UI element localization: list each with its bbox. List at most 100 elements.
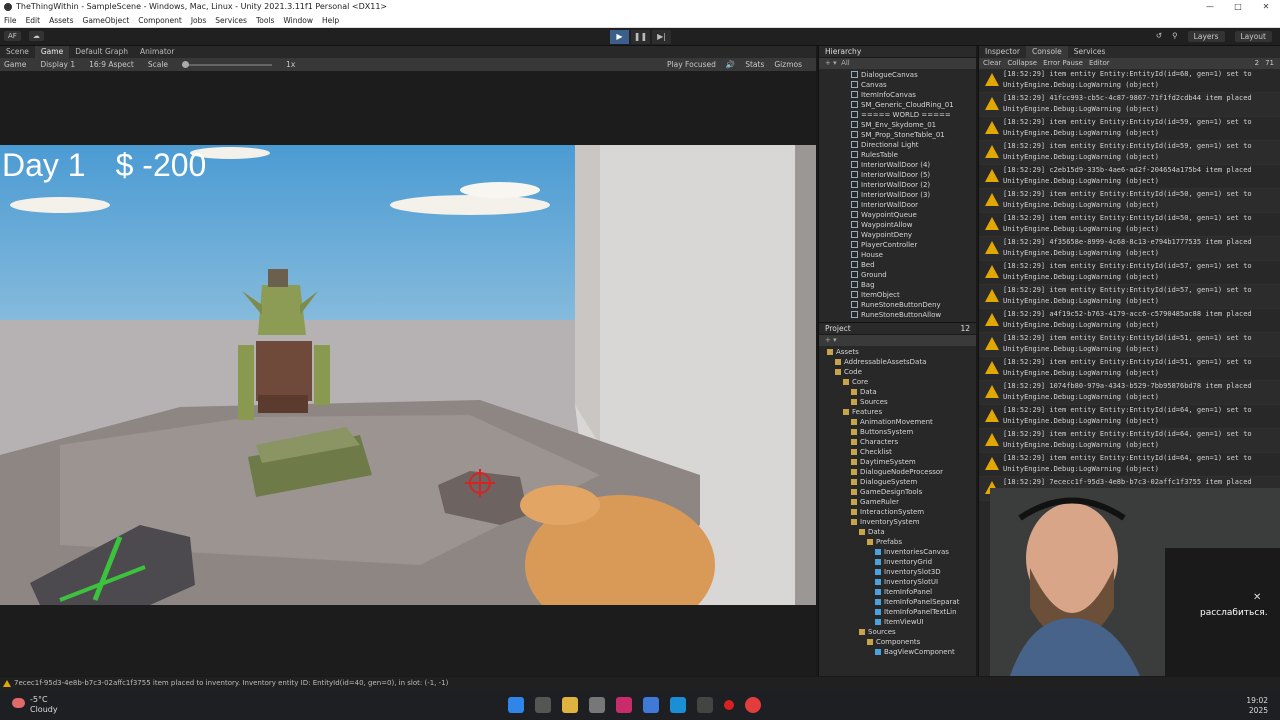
- console-log-entry[interactable]: [18:52:29] item entity Entity:EntityId(i…: [979, 189, 1280, 213]
- tab-animator[interactable]: Animator: [134, 46, 180, 58]
- start-icon[interactable]: [508, 697, 524, 713]
- console-log-entry[interactable]: [18:52:29] item entity Entity:EntityId(i…: [979, 357, 1280, 381]
- hierarchy-item[interactable]: Directional Light: [819, 140, 976, 150]
- play-button[interactable]: ▶: [610, 30, 629, 44]
- menu-services[interactable]: Services: [215, 14, 247, 27]
- maximize-icon[interactable]: □: [1224, 0, 1252, 14]
- hierarchy-item[interactable]: ===== WORLD =====: [819, 110, 976, 120]
- console-log-entry[interactable]: [18:52:29] item entity Entity:EntityId(i…: [979, 69, 1280, 93]
- weather-widget[interactable]: -5°C Cloudy: [30, 695, 58, 715]
- hierarchy-item[interactable]: WaypointAllow: [819, 220, 976, 230]
- file-explorer-icon[interactable]: [562, 697, 578, 713]
- project-item[interactable]: ItemViewUI: [819, 617, 976, 627]
- project-item[interactable]: AnimationMovement: [819, 417, 976, 427]
- record-icon[interactable]: [724, 700, 734, 710]
- hierarchy-item[interactable]: SM_Env_Skydome_01: [819, 120, 976, 130]
- layers-dropdown[interactable]: Layers: [1187, 31, 1225, 42]
- console-log-entry[interactable]: [18:52:29] item entity Entity:EntityId(i…: [979, 405, 1280, 429]
- project-item[interactable]: DaytimeSystem: [819, 457, 976, 467]
- menu-assets[interactable]: Assets: [49, 14, 73, 27]
- settings-icon[interactable]: [589, 697, 605, 713]
- console-log-entry[interactable]: [18:52:29] 4f35658e-8999-4c68-8c13-e794b…: [979, 237, 1280, 261]
- tab-default-graph[interactable]: Default Graph: [69, 46, 134, 58]
- cloud-icon[interactable]: ☁: [28, 31, 44, 41]
- project-item[interactable]: AddressableAssetsData: [819, 357, 976, 367]
- project-item[interactable]: ItemInfoPanelSeparat: [819, 597, 976, 607]
- project-item[interactable]: InventoriesCanvas: [819, 547, 976, 557]
- layout-dropdown[interactable]: Layout: [1234, 31, 1272, 42]
- console-log-entry[interactable]: [18:52:29] item entity Entity:EntityId(i…: [979, 141, 1280, 165]
- log-count[interactable]: 71: [1265, 58, 1274, 69]
- project-item[interactable]: Code: [819, 367, 976, 377]
- project-item[interactable]: Characters: [819, 437, 976, 447]
- project-item[interactable]: ItemInfoPanel: [819, 587, 976, 597]
- hierarchy-item[interactable]: SM_Generic_CloudRing_01: [819, 100, 976, 110]
- hierarchy-item[interactable]: Bag: [819, 280, 976, 290]
- hierarchy-search[interactable]: + ▾ All: [819, 58, 976, 69]
- tab-inspector[interactable]: Inspector: [979, 46, 1026, 58]
- console-log-entry[interactable]: [18:52:29] item entity Entity:EntityId(i…: [979, 285, 1280, 309]
- play-focused-dropdown[interactable]: Play Focused: [667, 60, 716, 69]
- project-item[interactable]: InventorySlot3D: [819, 567, 976, 577]
- stats-button[interactable]: Stats: [745, 60, 764, 69]
- history-icon[interactable]: ↺: [1156, 31, 1162, 42]
- tab-console[interactable]: Console: [1025, 46, 1068, 58]
- hierarchy-item[interactable]: InteriorWallDoor (4): [819, 160, 976, 170]
- project-item[interactable]: BagViewComponent: [819, 647, 976, 657]
- project-item[interactable]: Sources: [819, 397, 976, 407]
- project-item[interactable]: ItemInfoPanelTextLin: [819, 607, 976, 617]
- console-log-entry[interactable]: [18:52:29] item entity Entity:EntityId(i…: [979, 429, 1280, 453]
- hierarchy-item[interactable]: InteriorWallDoor (5): [819, 170, 976, 180]
- project-item[interactable]: InventorySlotUI: [819, 577, 976, 587]
- console-log-entry[interactable]: [18:52:29] a4f19c52-b763-4179-acc6-c5790…: [979, 309, 1280, 333]
- project-item[interactable]: Features: [819, 407, 976, 417]
- project-item[interactable]: InventorySystem: [819, 517, 976, 527]
- account-button[interactable]: AF: [4, 31, 21, 41]
- console-log-entry[interactable]: [18:52:29] item entity Entity:EntityId(i…: [979, 333, 1280, 357]
- project-item[interactable]: InteractionSystem: [819, 507, 976, 517]
- hierarchy-item[interactable]: DialogueCanvas: [819, 70, 976, 80]
- tab-services[interactable]: Services: [1068, 46, 1112, 58]
- pause-button[interactable]: ❚❚: [631, 30, 650, 44]
- project-tab[interactable]: Project 12: [819, 323, 976, 335]
- project-search[interactable]: + ▾: [819, 335, 976, 346]
- project-item[interactable]: Prefabs: [819, 537, 976, 547]
- hierarchy-tab[interactable]: Hierarchy: [819, 46, 976, 58]
- hierarchy-item[interactable]: Ground: [819, 270, 976, 280]
- hierarchy-item[interactable]: InteriorWallDoor (2): [819, 180, 976, 190]
- aspect-dropdown[interactable]: 16:9 Aspect: [89, 60, 134, 69]
- hierarchy-item[interactable]: RulesTable: [819, 150, 976, 160]
- gizmos-button[interactable]: Gizmos: [774, 60, 802, 69]
- menu-gameobject[interactable]: GameObject: [83, 14, 130, 27]
- rider-icon[interactable]: [616, 697, 632, 713]
- project-item[interactable]: InventoryGrid: [819, 557, 976, 567]
- tab-scene[interactable]: Scene: [0, 46, 35, 58]
- project-item[interactable]: Data: [819, 527, 976, 537]
- project-item[interactable]: Data: [819, 387, 976, 397]
- hierarchy-item[interactable]: House: [819, 250, 976, 260]
- hierarchy-item[interactable]: Bed: [819, 260, 976, 270]
- todo-icon[interactable]: [643, 697, 659, 713]
- hierarchy-item[interactable]: SM_Prop_StoneTable_01: [819, 130, 976, 140]
- console-log-entry[interactable]: [18:52:29] item entity Entity:EntityId(i…: [979, 117, 1280, 141]
- search-icon[interactable]: ⚲: [1172, 31, 1178, 42]
- hierarchy-item[interactable]: Canvas: [819, 80, 976, 90]
- console-log-entry[interactable]: [18:52:29] item entity Entity:EntityId(i…: [979, 213, 1280, 237]
- game-viewport[interactable]: Day 1 $ -200: [0, 145, 816, 605]
- project-item[interactable]: Assets: [819, 347, 976, 357]
- console-log-entry[interactable]: [18:52:29] item entity Entity:EntityId(i…: [979, 261, 1280, 285]
- display-dropdown[interactable]: Display 1: [40, 60, 75, 69]
- tab-game[interactable]: Game: [34, 46, 70, 58]
- close-icon[interactable]: ✕: [1252, 0, 1280, 14]
- project-item[interactable]: Checklist: [819, 447, 976, 457]
- minimize-icon[interactable]: —: [1196, 0, 1224, 14]
- yandex-icon[interactable]: [745, 697, 761, 713]
- display-mode-dropdown[interactable]: Game: [4, 60, 26, 69]
- clear-button[interactable]: Clear: [983, 58, 1001, 69]
- audio-icon[interactable]: 🔊: [726, 60, 735, 69]
- task-view-icon[interactable]: [535, 697, 551, 713]
- menu-component[interactable]: Component: [138, 14, 182, 27]
- system-clock[interactable]: 19:02 2025: [1246, 696, 1268, 716]
- menu-tools[interactable]: Tools: [256, 14, 274, 27]
- hierarchy-item[interactable]: InteriorWallDoor: [819, 200, 976, 210]
